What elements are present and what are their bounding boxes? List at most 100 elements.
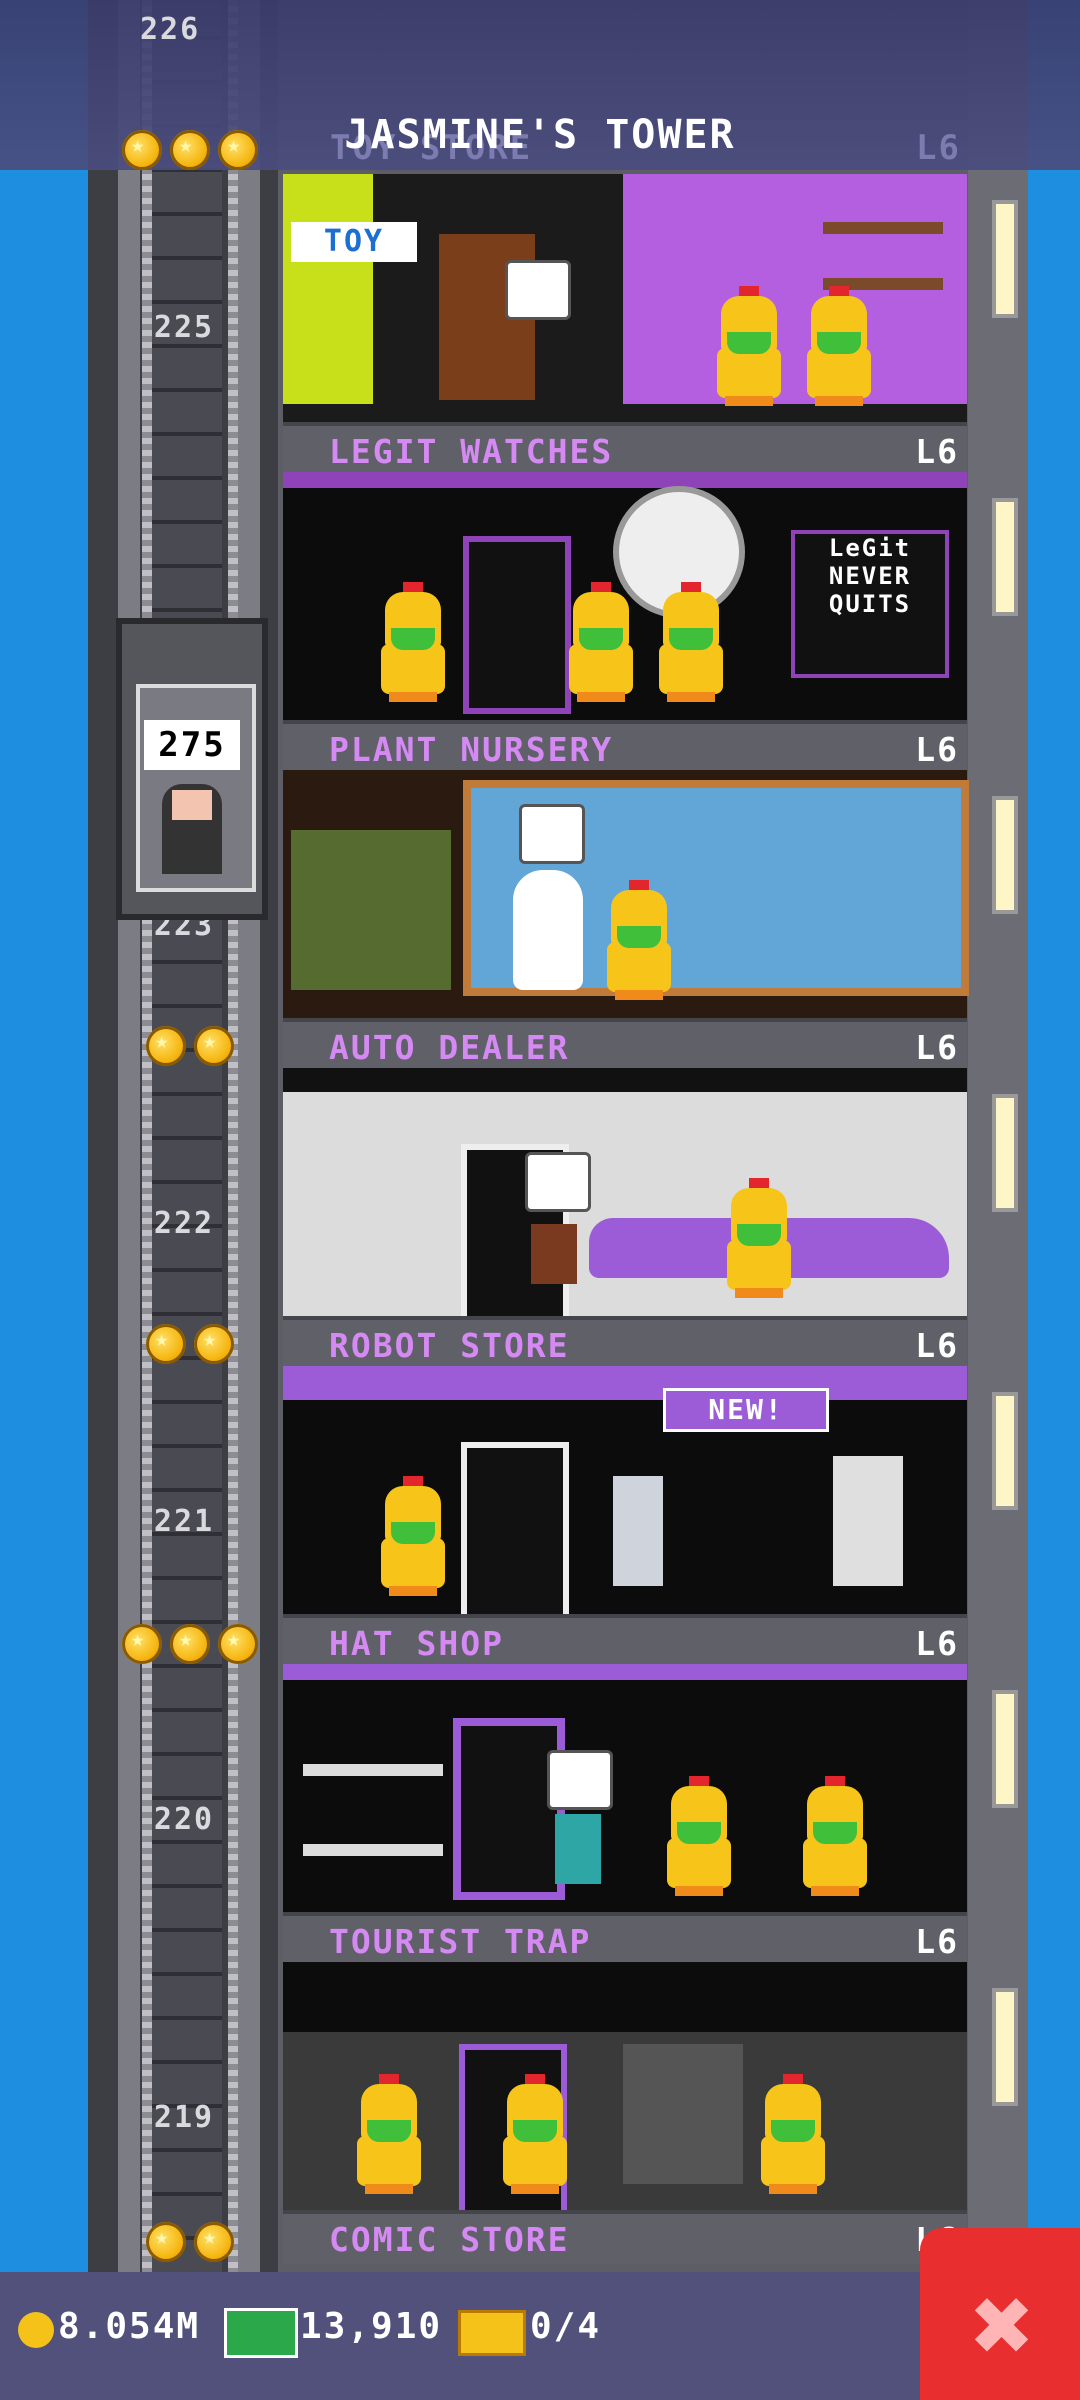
chicken-bitizen[interactable] — [499, 2074, 571, 2194]
chicken-bitizen[interactable] — [353, 2074, 425, 2194]
room-wall-yellow — [283, 174, 373, 404]
shop-level: L6 — [915, 1922, 959, 1961]
coin-icon[interactable] — [122, 1624, 162, 1664]
floor-sign: TOURIST TRAP L6 — [283, 1912, 967, 1966]
floor-219[interactable]: COMIC STORE L6 — [283, 1962, 967, 2264]
elevator-car[interactable]: 275 — [116, 618, 268, 920]
coin-icon[interactable] — [194, 2222, 234, 2262]
floor-sign: LEGIT WATCHES L6 — [283, 422, 967, 476]
display-case — [623, 2044, 743, 2184]
chicken-bitizen[interactable] — [723, 1178, 795, 1298]
window-light — [992, 1988, 1018, 2106]
chicken-bitizen[interactable] — [603, 880, 675, 1000]
floor-room[interactable] — [283, 1664, 967, 1912]
floor-room[interactable] — [283, 1068, 967, 1322]
elevator-rider[interactable] — [162, 784, 222, 874]
shop-name: AUTO DEALER — [329, 1028, 570, 1067]
floor-number-222: 222 — [153, 1206, 215, 1241]
window-light — [992, 1094, 1018, 1212]
floor-222[interactable]: ROBOT STORE L6 — [283, 1068, 967, 1370]
shop-name: TOURIST TRAP — [329, 1922, 592, 1961]
chicken-bitizen[interactable] — [799, 1776, 871, 1896]
coin-icon[interactable] — [146, 2222, 186, 2262]
close-icon: ✖ — [968, 2280, 1036, 2373]
floor-number-225: 225 — [153, 310, 215, 345]
thought-bubble — [505, 260, 571, 320]
souvenir-rack — [283, 1962, 967, 2032]
rider-face — [172, 790, 212, 820]
floor-room[interactable] — [283, 1962, 967, 2222]
legit-poster: LeGit NEVER QUITS — [791, 530, 949, 678]
window-light — [992, 1392, 1018, 1510]
floor-sign: AUTO DEALER L6 — [283, 1018, 967, 1072]
floor-room[interactable] — [283, 770, 969, 1018]
floor-number-221: 221 — [153, 1504, 215, 1539]
robot-icon — [613, 1476, 663, 1586]
coins-count: 8.054M — [58, 2306, 201, 2347]
floor-221[interactable]: NEW! HAT SHOP L6 — [283, 1366, 967, 1668]
coin-icon — [18, 2312, 54, 2348]
toy-sign: TOY — [291, 222, 417, 262]
room-ceiling — [283, 1664, 967, 1680]
shop-door — [463, 536, 571, 714]
shelf — [823, 222, 943, 234]
chicken-bitizen[interactable] — [377, 582, 449, 702]
bitizen[interactable] — [555, 1814, 601, 1884]
shop-level: L6 — [915, 1326, 959, 1365]
tower-title: JASMINE'S TOWER — [344, 112, 736, 158]
shop-name: PLANT NURSERY — [329, 730, 614, 769]
chicken-bitizen[interactable] — [713, 286, 785, 406]
shop-level: L6 — [915, 432, 959, 471]
floor-sign: PLANT NURSERY L6 — [283, 720, 967, 774]
coin-icon[interactable] — [194, 1026, 234, 1066]
chicken-bitizen[interactable] — [663, 1776, 735, 1896]
shop-name: HAT SHOP — [329, 1624, 504, 1663]
coin-icon[interactable] — [194, 1324, 234, 1364]
chicken-bitizen[interactable] — [757, 2074, 829, 2194]
ticket-icon — [458, 2310, 526, 2356]
elevator-floor-display: 275 — [144, 720, 240, 770]
tickets-count: 0/4 — [530, 2306, 602, 2347]
floor-223[interactable]: AUTO DEALER L6 — [283, 770, 969, 1072]
close-button[interactable]: ✖ — [920, 2228, 1080, 2400]
robot-icon — [833, 1456, 903, 1586]
elevator-cable-right — [228, 0, 238, 2280]
chicken-bitizen[interactable] — [655, 582, 727, 702]
shop-level: L6 — [915, 1028, 959, 1067]
shop-door — [461, 1442, 569, 1620]
window-light — [992, 498, 1018, 616]
room-ceiling — [283, 472, 967, 488]
floor-sign: ROBOT STORE L6 — [283, 1316, 967, 1370]
chicken-bitizen[interactable] — [565, 582, 637, 702]
coin-icon[interactable] — [218, 1624, 258, 1664]
floor-room[interactable]: TOY — [283, 174, 967, 422]
status-bar: 8.054M 13,910 0/4 — [0, 2272, 1080, 2400]
floor-room[interactable]: NEW! — [283, 1366, 967, 1620]
coin-icon[interactable] — [146, 1026, 186, 1066]
room-ceiling — [283, 1068, 967, 1092]
coin-icon[interactable] — [146, 1324, 186, 1364]
floor-220[interactable]: TOURIST TRAP L6 — [283, 1664, 967, 1966]
window-light — [992, 1690, 1018, 1808]
shop-level: L6 — [915, 730, 959, 769]
floor-225[interactable]: TOY LEGIT WATCHES L6 — [283, 174, 967, 476]
coin-icon[interactable] — [170, 1624, 210, 1664]
floor-sign: HAT SHOP L6 — [283, 1614, 967, 1668]
floor-room[interactable]: LeGit NEVER QUITS — [283, 472, 967, 720]
chicken-bitizen[interactable] — [377, 1476, 449, 1596]
shop-name: ROBOT STORE — [329, 1326, 570, 1365]
santa-bitizen[interactable] — [531, 1224, 577, 1284]
floor-224[interactable]: LeGit NEVER QUITS PLANT NURSERY L6 — [283, 472, 967, 774]
new-badge[interactable]: NEW! — [663, 1388, 829, 1432]
chicken-bitizen[interactable] — [803, 286, 875, 406]
bux-icon — [224, 2308, 298, 2358]
shaft-rail-right — [238, 0, 260, 2280]
shelf — [303, 1764, 443, 1776]
snowman-bitizen[interactable] — [513, 870, 583, 990]
shop-name: LEGIT WATCHES — [329, 432, 614, 471]
plant-icon — [291, 830, 451, 990]
room-ceiling — [283, 1366, 967, 1400]
floor-number-219: 219 — [153, 2100, 215, 2135]
shop-level: L6 — [915, 1624, 959, 1663]
window-light — [992, 200, 1018, 318]
